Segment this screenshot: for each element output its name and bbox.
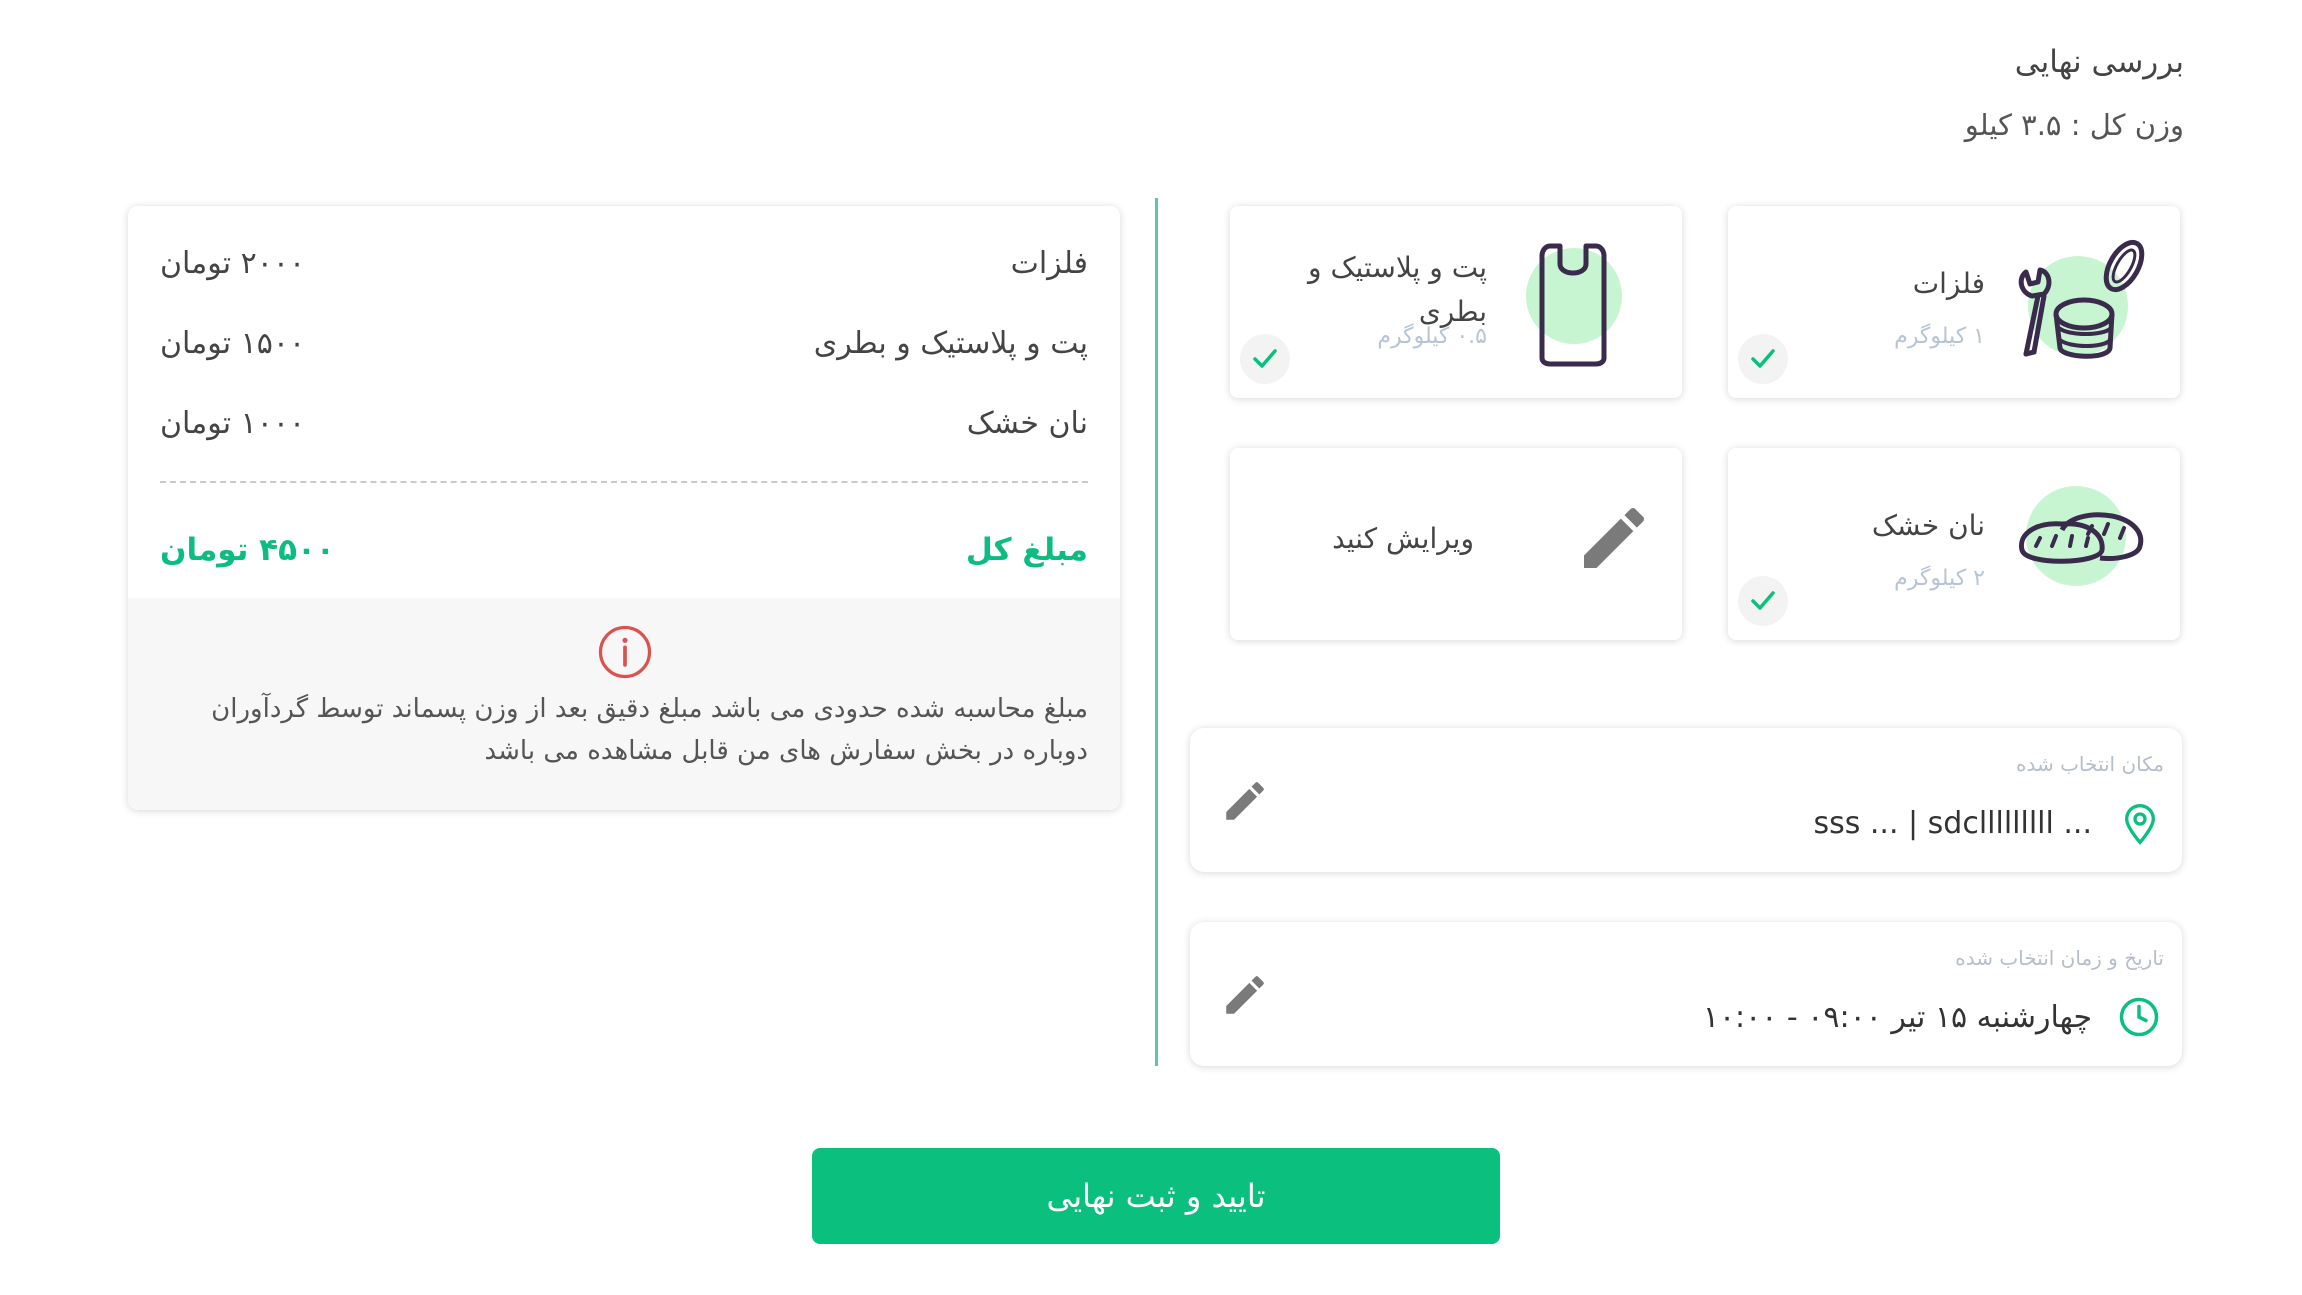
price-row-name: نان خشک: [966, 406, 1088, 441]
total-weight: وزن کل : ۳.۵ کیلو: [1964, 108, 2184, 142]
price-row-value: ۲۰۰۰ تومان: [160, 246, 306, 281]
confirm-submit-button[interactable]: تایید و ثبت نهایی: [812, 1148, 1500, 1244]
check-icon: [1240, 334, 1290, 384]
price-summary: فلزات ۲۰۰۰ تومان پت و پلاستیک و بطری ۱۵۰…: [128, 206, 1120, 810]
category-name: پت و پلاستیک و بطری: [1308, 251, 1487, 328]
notice-text: مبلغ محاسبه شده حدودی می باشد مبلغ دقیق …: [211, 694, 1088, 766]
clock-icon: [2118, 996, 2160, 1042]
category-name: فلزات: [1912, 267, 1985, 300]
location-value: sss ... | sdclllllllll ...: [1813, 806, 2092, 841]
category-weight: ۱ کیلوگرم: [1894, 324, 1985, 349]
pencil-icon: [1226, 976, 1264, 1014]
total-row: مبلغ کل ۴۵۰۰ تومان: [160, 532, 1088, 582]
edit-categories-card[interactable]: ویرایش کنید: [1230, 448, 1682, 640]
location-row: مکان انتخاب شده sss ... | sdclllllllll .…: [1190, 728, 2182, 872]
plastic-bag-icon: [1514, 236, 1654, 368]
pencil-icon: [1574, 498, 1654, 578]
category-card-plastic[interactable]: پت و پلاستیک و بطری ۰.۵ کیلوگرم: [1230, 206, 1682, 398]
category-weight: ۲ کیلوگرم: [1894, 566, 1985, 591]
pencil-icon: [1226, 782, 1264, 820]
check-icon: [1738, 576, 1788, 626]
edit-label: ویرایش کنید: [1332, 522, 1474, 555]
category-weight: ۰.۵ کیلوگرم: [1377, 324, 1487, 349]
edit-location-button[interactable]: [1220, 776, 1270, 830]
location-caption: مکان انتخاب شده: [2016, 752, 2164, 776]
price-row: فلزات ۲۰۰۰ تومان: [160, 246, 1088, 296]
total-value: ۴۵۰۰ تومان: [160, 532, 335, 568]
bread-icon: [2012, 478, 2152, 610]
datetime-value: چهارشنبه ۱۵ تیر ۰۹:۰۰ - ۱۰:۰۰: [1702, 1000, 2092, 1035]
datetime-caption: تاریخ و زمان انتخاب شده: [1955, 946, 2164, 970]
page-title: بررسی نهایی: [2014, 44, 2184, 80]
price-row-value: ۱۵۰۰ تومان: [160, 326, 306, 361]
price-row-name: فلزات: [1010, 246, 1088, 281]
total-label: مبلغ کل: [965, 532, 1088, 568]
category-name: نان خشک: [1871, 509, 1985, 542]
can-wrench-icon: [2012, 236, 2152, 368]
category-card-metals[interactable]: فلزات ۱ کیلوگرم: [1728, 206, 2180, 398]
map-pin-icon: [2120, 802, 2160, 850]
price-row: پت و پلاستیک و بطری ۱۵۰۰ تومان: [160, 326, 1088, 376]
edit-datetime-button[interactable]: [1220, 970, 1270, 1024]
price-row-name: پت و پلاستیک و بطری: [813, 326, 1088, 361]
category-card-bread[interactable]: نان خشک ۲ کیلوگرم: [1728, 448, 2180, 640]
final-review-page: بررسی نهایی وزن کل : ۳.۵ کیلو فلزات ۱ کی…: [0, 0, 2302, 1295]
price-notice: مبلغ محاسبه شده حدودی می باشد مبلغ دقیق …: [128, 598, 1120, 810]
summary-divider: [160, 481, 1088, 483]
price-row-value: ۱۰۰۰ تومان: [160, 406, 306, 441]
vertical-divider: [1155, 198, 1158, 1066]
datetime-row: تاریخ و زمان انتخاب شده چهارشنبه ۱۵ تیر …: [1190, 922, 2182, 1066]
price-row: نان خشک ۱۰۰۰ تومان: [160, 406, 1088, 456]
info-icon: [597, 624, 653, 684]
check-icon: [1738, 334, 1788, 384]
